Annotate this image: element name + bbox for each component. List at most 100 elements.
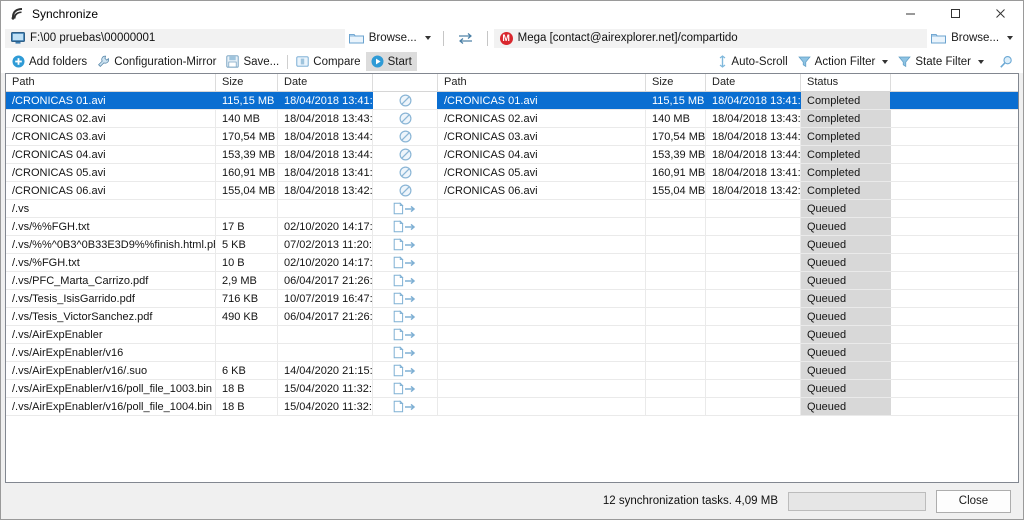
cell-lpath: /.vs/AirExpEnabler xyxy=(6,326,216,343)
synchronize-window: Synchronize F:\00 pruebas\00000001 Brows… xyxy=(0,0,1024,520)
right-browse-button[interactable]: Browse... xyxy=(927,29,1019,48)
auto-scroll-button[interactable]: Auto-Scroll xyxy=(713,52,792,71)
action-filter-button[interactable]: Action Filter xyxy=(793,52,894,71)
header-left-size[interactable]: Size xyxy=(216,74,278,91)
cell-trailing xyxy=(891,164,1018,181)
header-left-path[interactable]: Path xyxy=(6,74,216,91)
table-row[interactable]: /.vs/AirExpEnabler/v16/.suo 6 KB 14/04/202… xyxy=(6,362,1018,380)
chevron-down-icon[interactable] xyxy=(978,59,984,64)
swap-panes-button[interactable] xyxy=(450,32,481,45)
table-row[interactable]: /.vs/%%^0B3^0B33E3D9%%finish.html.php 5 K… xyxy=(6,236,1018,254)
cell-trailing xyxy=(891,146,1018,163)
blocked-icon[interactable] xyxy=(373,146,438,163)
copy-right-icon[interactable] xyxy=(373,380,438,397)
copy-right-icon[interactable] xyxy=(373,200,438,217)
copy-right-icon[interactable] xyxy=(373,326,438,343)
left-path-field[interactable]: F:\00 pruebas\00000001 xyxy=(5,28,345,48)
blocked-icon[interactable] xyxy=(373,182,438,199)
table-row[interactable]: /CRONICAS 02.avi140 MB18/04/2018 13:43:5… xyxy=(6,110,1018,128)
auto-scroll-label: Auto-Scroll xyxy=(731,55,788,68)
copy-right-icon[interactable] xyxy=(373,272,438,289)
table-row[interactable]: /.vs/PFC_Marta_Carrizo.pdf 2,9 MB 06/04/20… xyxy=(6,272,1018,290)
chevron-down-icon[interactable] xyxy=(1007,36,1014,40)
blocked-icon[interactable] xyxy=(373,128,438,145)
table-row[interactable]: /.vs/AirExpEnabler/v16/poll_file_1004.bi… xyxy=(6,398,1018,416)
cell-rpath xyxy=(438,200,646,217)
copy-right-icon[interactable] xyxy=(373,344,438,361)
chevron-down-icon[interactable] xyxy=(882,59,889,64)
header-right-date[interactable]: Date xyxy=(706,74,801,91)
cell-lsize: 155,04 MB xyxy=(216,182,278,199)
copy-right-icon[interactable] xyxy=(373,398,438,415)
cell-trailing xyxy=(891,128,1018,145)
table-row[interactable]: /.vs Queued xyxy=(6,200,1018,218)
main-toolbar: Add folders Configuration-Mirror Save... xyxy=(1,50,1023,73)
right-path-field[interactable]: Mega [contact@airexplorer.net]/compartid… xyxy=(493,28,928,48)
state-filter-button[interactable]: State Filter xyxy=(893,52,989,71)
cell-rpath xyxy=(438,236,646,253)
table-row[interactable]: /CRONICAS 05.avi 160,91 MB 18/04/2018 13:4… xyxy=(6,164,1018,182)
table-row[interactable]: /.vs/%%FGH.txt17 B02/10/2020 14:17:26 Que… xyxy=(6,218,1018,236)
cell-rpath xyxy=(438,272,646,289)
table-row[interactable]: /.vs/AirExpEnabler Queued xyxy=(6,326,1018,344)
cell-trailing xyxy=(891,398,1018,415)
status-badge: Queued xyxy=(801,344,891,361)
search-button[interactable] xyxy=(989,55,1019,69)
grid-body[interactable]: /CRONICAS 01.avi 115,15 MB 18/04/2018 13:4… xyxy=(6,92,1018,482)
start-button[interactable]: Start xyxy=(365,52,417,71)
status-badge: Queued xyxy=(801,200,891,217)
table-row[interactable]: /.vs/Tesis_IsisGarrido.pdf 716 KB 10/07/20… xyxy=(6,290,1018,308)
table-row[interactable]: /CRONICAS 04.avi 153,39 MB 18/04/2018 13:4… xyxy=(6,146,1018,164)
status-bar: 12 synchronization tasks. 4,09 MB Close xyxy=(1,483,1023,519)
configuration-mirror-button[interactable]: Configuration-Mirror xyxy=(92,52,221,71)
cell-rpath xyxy=(438,308,646,325)
left-browse-button[interactable]: Browse... xyxy=(345,29,437,48)
auto-scroll-icon xyxy=(718,55,727,68)
save-button[interactable]: Save... xyxy=(221,52,284,71)
compare-button[interactable]: Compare xyxy=(291,52,365,71)
header-right-path[interactable]: Path xyxy=(438,74,646,91)
close-dialog-button[interactable]: Close xyxy=(936,489,1011,513)
cell-lsize: 140 MB xyxy=(216,110,278,127)
cell-rpath: /CRONICAS 01.avi xyxy=(438,92,646,109)
status-badge: Completed xyxy=(801,164,891,181)
cell-rsize xyxy=(646,344,706,361)
minimize-button[interactable] xyxy=(888,1,933,26)
add-folders-button[interactable]: Add folders xyxy=(7,52,92,71)
copy-right-icon[interactable] xyxy=(373,290,438,307)
header-left-date[interactable]: Date xyxy=(278,74,373,91)
blocked-icon[interactable] xyxy=(373,164,438,181)
cell-lsize: 170,54 MB xyxy=(216,128,278,145)
cell-trailing xyxy=(891,92,1018,109)
cell-lpath: /.vs/Tesis_VictorSanchez.pdf xyxy=(6,308,216,325)
table-row[interactable]: /CRONICAS 06.avi 155,04 MB 18/04/2018 13:4… xyxy=(6,182,1018,200)
header-action[interactable] xyxy=(373,74,438,91)
configuration-mirror-label: Configuration-Mirror xyxy=(114,55,217,68)
cell-rdate xyxy=(706,362,801,379)
table-row[interactable]: /.vs/AirExpEnabler/v16/poll_file_1003.bi… xyxy=(6,380,1018,398)
header-status[interactable]: Status xyxy=(801,74,891,91)
status-badge: Completed xyxy=(801,146,891,163)
cell-trailing xyxy=(891,326,1018,343)
table-row[interactable]: /.vs/AirExpEnabler/v16 Queued xyxy=(6,344,1018,362)
copy-right-icon[interactable] xyxy=(373,362,438,379)
table-row[interactable]: /CRONICAS 03.avi 170,54 MB 18/04/2018 13:4… xyxy=(6,128,1018,146)
cell-lsize: 490 KB xyxy=(216,308,278,325)
filter-icon xyxy=(797,55,811,68)
cell-rdate: 18/04/2018 13:42:24 xyxy=(706,182,801,199)
header-right-size[interactable]: Size xyxy=(646,74,706,91)
blocked-icon[interactable] xyxy=(373,92,438,109)
copy-right-icon[interactable] xyxy=(373,308,438,325)
blocked-icon[interactable] xyxy=(373,110,438,127)
maximize-button[interactable] xyxy=(933,1,978,26)
path-divider-2 xyxy=(486,30,488,46)
copy-right-icon[interactable] xyxy=(373,236,438,253)
table-row[interactable]: /.vs/Tesis_VictorSanchez.pdf 490 KB 06/04/… xyxy=(6,308,1018,326)
chevron-down-icon[interactable] xyxy=(424,36,431,40)
close-button[interactable] xyxy=(978,1,1023,26)
table-row[interactable]: /CRONICAS 01.avi 115,15 MB 18/04/2018 13:4… xyxy=(6,92,1018,110)
copy-right-icon[interactable] xyxy=(373,218,438,235)
copy-right-icon[interactable] xyxy=(373,254,438,271)
add-folders-label: Add folders xyxy=(29,55,88,68)
table-row[interactable]: /.vs/%FGH.txt10 B02/10/2020 14:17:32 Queu… xyxy=(6,254,1018,272)
